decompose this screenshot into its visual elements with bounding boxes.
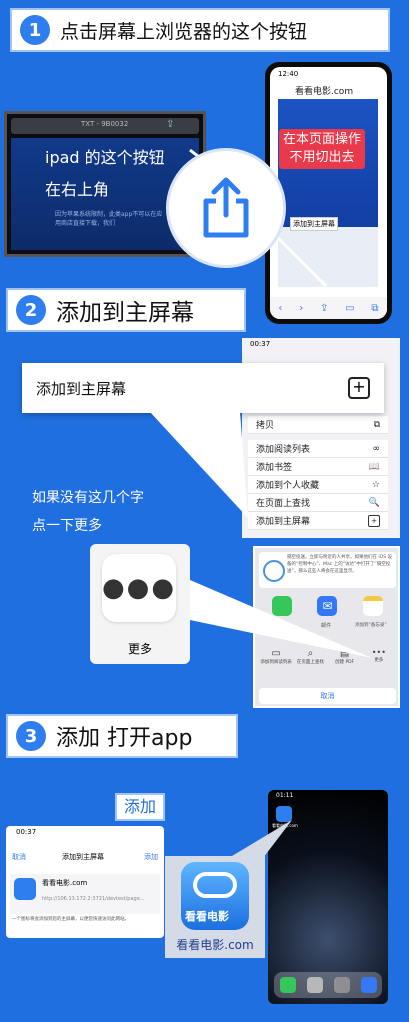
step-number: 3 bbox=[16, 721, 46, 751]
logo-text: 看看电影 bbox=[185, 910, 229, 923]
share-magnifier bbox=[166, 148, 286, 268]
dock bbox=[274, 972, 382, 998]
step-title: 添加到主屏幕 bbox=[56, 300, 194, 326]
status-time: 00:37 bbox=[250, 340, 271, 348]
app-name: 看看电影.com bbox=[42, 879, 88, 887]
step-title: 添加 打开app bbox=[56, 726, 193, 751]
step2-banner: 2 添加到主屏幕 bbox=[6, 288, 246, 332]
more-pointer bbox=[190, 580, 372, 658]
add-square-icon: + bbox=[348, 377, 370, 399]
callout-label: 添加到主屏幕 bbox=[36, 379, 127, 398]
app-row: 看看电影.com http://106.13.172.2:3721/devtes… bbox=[10, 874, 160, 914]
app-logo bbox=[14, 878, 36, 900]
app-url: http://106.13.172.2:3721/devtest/page... bbox=[42, 896, 145, 902]
app-icon-card: 看看电影 看看电影.com bbox=[165, 856, 265, 958]
hint-line-1: 如果没有这几个字 bbox=[32, 490, 144, 506]
step3-banner: 3 添加 打开app bbox=[6, 714, 238, 758]
hint-line-2: 点一下更多 bbox=[32, 518, 102, 534]
share-icon bbox=[203, 177, 249, 238]
app-icon-large: 看看电影 bbox=[181, 862, 249, 930]
safari-app-icon[interactable] bbox=[360, 977, 377, 993]
app-icon-label: 看看电影.com bbox=[176, 938, 254, 952]
settings-app-icon[interactable] bbox=[333, 977, 350, 993]
contacts-app-icon[interactable] bbox=[306, 977, 323, 993]
add-note: 一个图标将会添加到您的主屏幕，以便您快速访问此网站。 bbox=[12, 917, 129, 922]
cloud-play-icon bbox=[193, 872, 237, 898]
cancel-button[interactable]: 取消 bbox=[259, 688, 396, 704]
phone-app-icon[interactable] bbox=[279, 977, 296, 993]
step-number: 2 bbox=[16, 295, 46, 325]
